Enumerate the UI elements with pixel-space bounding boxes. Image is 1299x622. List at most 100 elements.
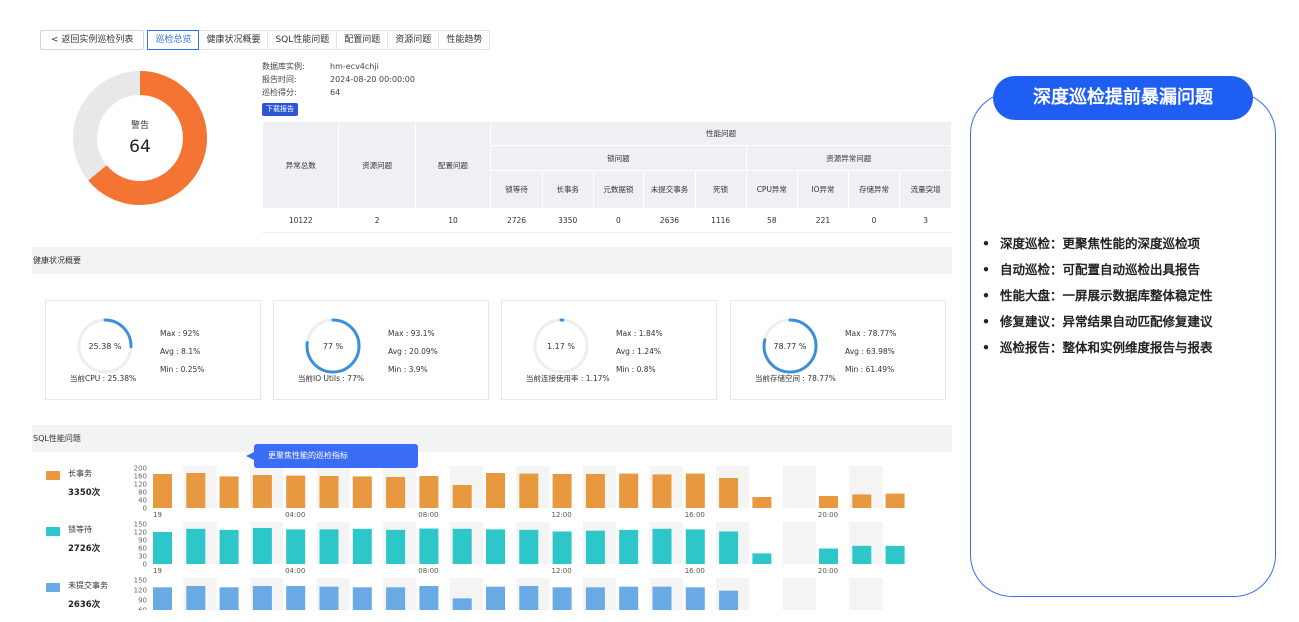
bar — [286, 475, 306, 508]
table-subheader: IO异常 — [797, 170, 849, 209]
storage-current: 当前存储空间 : 78.77% — [755, 374, 836, 383]
bar — [685, 529, 705, 564]
bar — [186, 586, 206, 610]
io-min: Min : 3.9% — [388, 365, 428, 374]
y-tick-label: 120 — [134, 481, 147, 489]
bar — [153, 532, 172, 564]
bar — [885, 545, 905, 564]
tab-overview[interactable]: 巡检总览 — [147, 30, 200, 50]
bar — [719, 478, 739, 508]
y-tick-label: 40 — [138, 497, 147, 505]
bar — [752, 497, 772, 508]
table-cell: 2636 — [643, 208, 696, 233]
cpu-card: 25.38 % 当前CPU : 25.38% Max : 92% Avg : 8… — [45, 300, 261, 400]
overview-panel: 警告 64 数据库实例: hm-ecv4chji 报告时间: 2024-08-20 … — [32, 58, 952, 238]
callout-title: 深度巡检提前暴漏问题 — [993, 76, 1253, 120]
sql-series-row: 长事务 3350次 200 160 120 80 40 0 19 04:00 08:00 12:0… — [32, 460, 952, 518]
tab-config-issues[interactable]: 配置问题 — [336, 30, 389, 50]
bar — [386, 587, 406, 610]
bar — [685, 473, 705, 508]
feature-item: 修复建议：异常结果自动匹配修复建议 — [982, 314, 1213, 340]
bar — [519, 586, 539, 610]
table-subheader: 锁等待 — [490, 170, 543, 209]
sql-section-header: SQL性能问题 — [32, 425, 952, 452]
y-tick-label: 60 — [138, 545, 147, 553]
back-to-list-button[interactable]: < 返回实例巡检列表 — [40, 30, 145, 50]
download-report-button[interactable]: 下载报告 — [262, 103, 298, 116]
bar — [452, 528, 472, 564]
feature-item: 深度巡检：更聚焦性能的深度巡检项 — [982, 236, 1213, 262]
bar — [819, 548, 838, 564]
y-tick-label: 150 — [134, 521, 147, 529]
storage-min: Min : 61.49% — [845, 365, 895, 374]
lock-wait-chart: 150120906030019 04:00 08:00 12:00 16:00 20:00 — [134, 521, 905, 574]
bar — [486, 529, 505, 564]
table-cell: 2 — [338, 208, 416, 233]
table-subheader: 死锁 — [694, 170, 747, 209]
bar — [219, 476, 239, 508]
bar — [486, 586, 505, 610]
bar — [452, 598, 472, 610]
tab-health-summary[interactable]: 健康状况概要 — [198, 30, 269, 50]
table-cell: 3350 — [541, 208, 594, 233]
table-cell: 1116 — [694, 208, 747, 233]
tooltip-arrow — [246, 452, 254, 460]
connection-card: 1.17 % 当前连接使用率 : 1.17% Max : 1.84% Avg :… — [501, 300, 717, 400]
bar — [619, 529, 639, 564]
metric-tooltip: 更聚焦性能的巡检指标 — [246, 444, 418, 468]
tab-bar: < 返回实例巡检列表 巡检总览 健康状况概要 SQL性能问题 配置问题 资源问题… — [40, 30, 491, 52]
bar — [652, 528, 672, 564]
score-gauge: 警告 64 — [72, 70, 208, 206]
y-tick-label: 160 — [134, 473, 147, 481]
bar — [619, 473, 639, 508]
bar — [486, 473, 505, 508]
info-key: 报告时间: — [262, 75, 297, 84]
sql-series-row: 锁等待 2726次 150 120 90 60 30 0 19 04:00 08:00 12:00… — [32, 516, 952, 574]
bar — [386, 529, 406, 564]
bar — [885, 493, 905, 508]
table-subheader: 流量突增 — [899, 170, 952, 209]
bar — [685, 587, 705, 610]
tooltip-text: 更聚焦性能的巡检指标 — [268, 451, 348, 460]
health-section-header: 健康状况概要 — [32, 247, 952, 274]
y-tick-label: 30 — [138, 553, 147, 561]
bar — [186, 473, 206, 508]
table-row: 10122 2 10 2726 3350 0 2636 1116 58 221 … — [261, 208, 952, 233]
connection-min: Min : 0.8% — [616, 365, 656, 374]
connection-current: 当前连接使用率 : 1.17% — [526, 374, 610, 383]
feature-item: 性能大盘：一屏展示数据库整体稳定性 — [982, 288, 1213, 314]
bar — [219, 587, 239, 610]
table-header: 资源异常问题 — [745, 145, 952, 171]
bar — [286, 586, 306, 610]
table-subheader: 未提交事务 — [643, 170, 696, 209]
y-tick-label: 200 — [134, 465, 147, 473]
plot-band — [849, 578, 883, 610]
cpu-current: 当前CPU : 25.38% — [70, 374, 137, 383]
series-count: 3350次 — [68, 488, 101, 498]
y-tick-label: 80 — [138, 489, 147, 497]
sql-series-row: 未提交事务 2636次 150 120 90 60 — [32, 572, 952, 610]
cpu-min: Min : 0.25% — [160, 365, 205, 374]
table-cell: 10122 — [261, 208, 340, 233]
io-max: Max : 93.1% — [388, 329, 435, 338]
bar — [752, 553, 772, 564]
storage-stats: Max : 78.77% Avg : 63.98% Min : 61.49% — [845, 325, 896, 379]
table-cell: 0 — [847, 208, 901, 233]
y-tick-label: 0 — [143, 561, 147, 569]
bar — [585, 530, 605, 564]
io-card: 77 % 当前IO Utils : 77% Max : 93.1% Avg : … — [273, 300, 489, 400]
instance-id: hm-ecv4chji — [330, 62, 379, 71]
bar — [352, 528, 372, 564]
plot-band — [782, 578, 816, 610]
table-header: 异常总数 — [261, 121, 340, 209]
bar — [286, 529, 306, 564]
y-tick-label: 120 — [134, 529, 147, 537]
tab-performance-trend[interactable]: 性能趋势 — [438, 30, 491, 50]
table-cell: 2726 — [490, 208, 543, 233]
bar — [352, 587, 372, 610]
bar — [252, 586, 272, 610]
series-swatch — [46, 583, 60, 592]
tab-sql-performance[interactable]: SQL性能问题 — [267, 30, 338, 50]
tab-resource-issues[interactable]: 资源问题 — [387, 30, 440, 50]
back-button-label: 返回实例巡检列表 — [61, 35, 134, 45]
